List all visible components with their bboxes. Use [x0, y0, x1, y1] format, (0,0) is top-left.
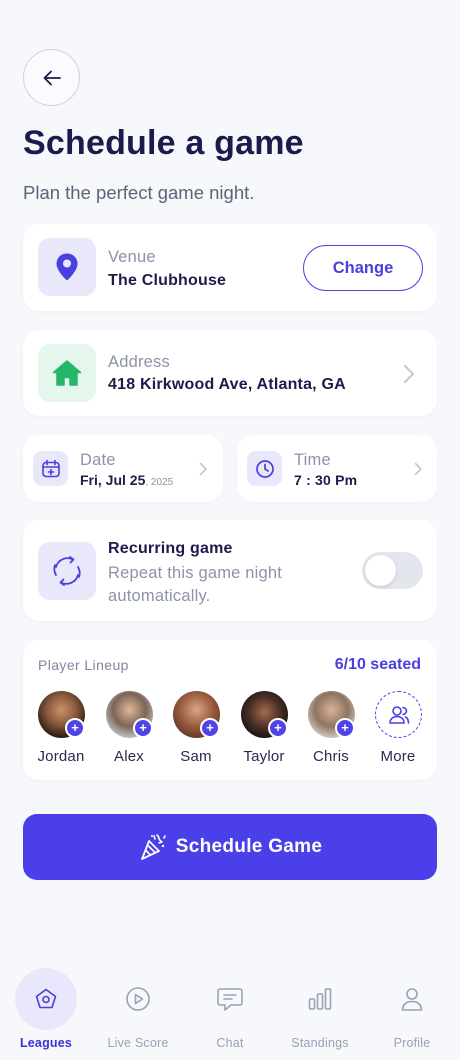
date-label: Date — [80, 451, 116, 469]
player-name: Jordan — [37, 748, 85, 765]
page-title: Schedule a game — [23, 124, 304, 162]
home-icon — [52, 360, 82, 386]
date-year: , 2025 — [145, 477, 174, 488]
nav-chat[interactable]: Chat — [184, 960, 276, 1060]
address-label: Address — [108, 353, 170, 371]
bar-chart-icon — [308, 988, 332, 1010]
nav-leagues[interactable]: Leagues — [0, 960, 92, 1060]
nav-label: Live Score — [107, 1036, 169, 1050]
nav-label: Chat — [216, 1036, 244, 1050]
page-subtitle: Plan the perfect game night. — [23, 182, 255, 203]
nav-label: Profile — [393, 1036, 431, 1050]
back-button[interactable] — [23, 49, 80, 106]
change-venue-button[interactable]: Change — [303, 245, 423, 291]
nav-icon-wrap — [15, 968, 77, 1030]
chevron-right-icon — [404, 365, 414, 383]
time-value: 7 : 30 Pm — [294, 472, 358, 488]
nav-icon-wrap — [289, 968, 351, 1030]
nav-icon-wrap — [107, 968, 169, 1030]
recurring-toggle[interactable] — [362, 552, 423, 589]
schedule-game-button[interactable]: Schedule Game — [23, 814, 437, 880]
player-name: Alex — [114, 748, 144, 765]
chevron-right-icon — [414, 462, 422, 476]
clock-icon — [255, 459, 274, 478]
chevron-right-icon — [199, 462, 207, 476]
add-player-badge[interactable]: + — [65, 718, 85, 738]
date-icon-tile — [33, 451, 68, 486]
date-value: Fri, Jul 25 — [80, 472, 146, 488]
recurring-description-line1: Repeat this game night — [108, 564, 283, 582]
nav-standings[interactable]: Standings — [274, 960, 366, 1060]
player-name: Sam — [180, 748, 212, 765]
recurring-icon-tile — [38, 542, 96, 600]
address-value: 418 Kirkwood Ave, Atlanta, GA — [108, 376, 346, 393]
seated-count: 6/10 seated — [334, 656, 421, 673]
arrow-left-icon — [43, 70, 61, 85]
nav-label: Standings — [291, 1036, 349, 1050]
toggle-knob — [365, 555, 396, 586]
pentagon-icon — [35, 988, 57, 1009]
location-pin-icon — [56, 253, 78, 281]
recurring-title: Recurring game — [108, 540, 233, 557]
venue-value: The Clubhouse — [108, 272, 227, 289]
player-name: Chris — [312, 748, 349, 765]
lineup-title: Player Lineup — [38, 657, 129, 673]
add-player-badge[interactable]: + — [133, 718, 153, 738]
chat-bubble-icon — [217, 988, 243, 1011]
nav-icon-wrap — [199, 968, 261, 1030]
more-players-button[interactable] — [375, 691, 422, 738]
nav-icon-wrap — [381, 968, 443, 1030]
play-circle-icon — [126, 987, 150, 1011]
add-player-badge[interactable]: + — [268, 718, 288, 738]
time-icon-tile — [247, 451, 282, 486]
add-player-badge[interactable]: + — [335, 718, 355, 738]
address-icon-tile — [38, 344, 96, 402]
nav-label: Leagues — [19, 1036, 73, 1050]
player-name: Taylor — [243, 748, 285, 765]
nav-live-score[interactable]: Live Score — [92, 960, 184, 1060]
schedule-game-label: Schedule Game — [175, 836, 323, 857]
users-icon — [388, 705, 409, 724]
time-label: Time — [294, 451, 331, 469]
venue-icon-tile — [38, 238, 96, 296]
repeat-icon — [53, 556, 81, 586]
date-value-row: Fri, Jul 25, 2025 — [80, 472, 173, 490]
user-icon — [401, 988, 423, 1011]
more-label: More — [380, 748, 416, 765]
nav-profile[interactable]: Profile — [366, 960, 458, 1060]
add-player-badge[interactable]: + — [200, 718, 220, 738]
party-popper-icon — [140, 834, 166, 860]
calendar-icon — [41, 459, 60, 477]
recurring-description-line2: automatically. — [108, 587, 211, 605]
venue-label: Venue — [108, 248, 156, 266]
